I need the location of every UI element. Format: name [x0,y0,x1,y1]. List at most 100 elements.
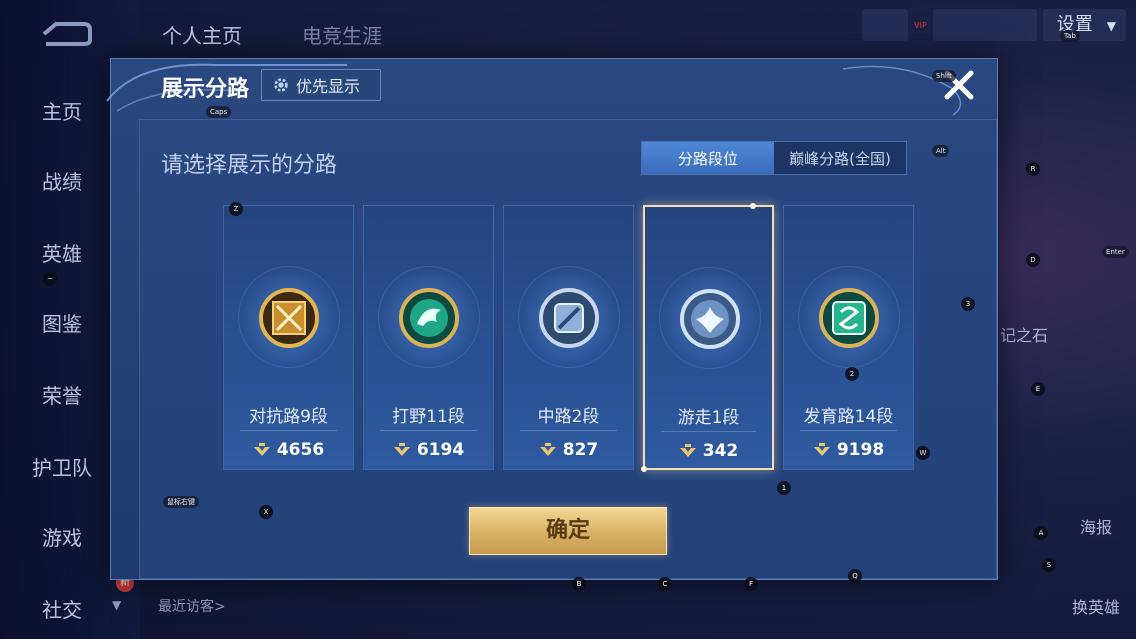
key-hint-tilde: ~ [43,272,57,286]
key-hint-w: W [916,446,930,460]
key-hint-c: C [658,577,672,591]
key-hint-3: 3 [961,297,975,311]
nav-label: 社交 [42,598,82,622]
back-arrow-icon[interactable] [36,20,92,48]
divider [240,430,337,431]
score-arrow-icon [539,443,556,456]
tab-lane-rank[interactable]: 分路段位 [642,142,774,174]
key-hint-d: D [1026,253,1040,267]
score-value: 827 [562,440,599,460]
score-value: 9198 [836,440,885,460]
key-hint-q: Q [848,569,862,583]
divider [380,430,477,431]
nav-item-home[interactable]: 主页 [42,96,82,125]
tab-profile[interactable]: 个人主页 [162,20,242,49]
tab-esports-career[interactable]: 电竞生涯 [302,20,382,49]
nav-item-codex[interactable]: 图鉴▼ [42,308,121,337]
subtitle: 请选择展示的分路 [161,153,338,178]
lane-card-jungle[interactable]: 打野11段 6194 [363,205,494,470]
nav-item-games[interactable]: 游戏▼ [42,522,121,551]
score-arrow-icon [813,443,830,456]
lane-card-farm[interactable]: 发育路14段 9198 [783,205,914,470]
swap-hero-label[interactable]: 换英雄 [1072,594,1120,618]
confirm-button[interactable]: 确定 [469,507,667,555]
nav-item-guard-team[interactable]: 护卫队▼ [32,452,121,481]
nav-label: 荣誉 [42,384,82,408]
nav-label: 游戏 [42,526,82,550]
score-value: 4656 [276,440,325,460]
lane-rank-label: 游走1段 [677,408,740,428]
chevron-down-icon: ▼ [112,598,122,612]
divider [520,430,617,431]
gear-icon [274,78,288,92]
lane-card-roam[interactable]: 游走1段 342 [641,203,774,472]
key-hint-a: A [1034,526,1048,540]
lane-score: 4656 [224,440,353,460]
settings-button[interactable]: 设置 ▼ [1042,9,1126,41]
nav-item-honor[interactable]: 荣誉▼ [42,380,121,409]
key-hint-f: F [744,577,758,591]
lane-score: 342 [645,441,772,461]
key-hint-r: R [1026,162,1040,176]
key-hint-alt: Alt [932,145,950,157]
key-hint-1: 1 [777,481,791,495]
lane-mode-toggle: 分路段位 巅峰分路(全国) [641,141,907,175]
stone-label: 记之石 [1000,326,1049,345]
vip-info[interactable] [932,9,1037,41]
key-hint-2: 2 [845,367,859,381]
score-arrow-icon [393,443,410,456]
chevron-down-icon: ▼ [1106,19,1116,33]
lane-rank-label: 发育路14段 [803,407,894,427]
nav-label: 护卫队 [32,456,92,480]
key-hint-tab: Tab [1060,30,1080,42]
key-hint-enter: Enter [1102,246,1129,258]
key-hint-x: X [259,505,273,519]
mid-lane-emblem-icon [539,288,599,348]
poster-label[interactable]: 海报 [1080,514,1112,538]
roam-emblem-icon [680,289,740,349]
top-lane-emblem-icon [259,288,319,348]
score-value: 6194 [416,440,465,460]
key-hint-wheel: 鼠标右键 [163,496,199,508]
nav-item-record[interactable]: 战绩 [42,166,82,195]
nav-label: 主页 [42,100,82,124]
nav-label: 图鉴 [42,312,82,336]
priority-display-button[interactable]: 优先显示 [261,69,381,101]
lane-score: 9198 [784,440,913,460]
key-hint-b: B [572,577,586,591]
lane-score: 827 [504,440,633,460]
score-arrow-icon [679,444,696,457]
nav-item-heroes[interactable]: 英雄 [42,238,82,267]
top-right-bar: VIP 设置 ▼ [862,8,1126,42]
key-hint-shift: Shift [932,70,956,82]
key-hint-e: E [1031,382,1045,396]
score-arrow-icon [253,443,270,456]
lane-cards: 对抗路9段 4656 打野11段 6194 中路2段 827 游走1段 342 … [223,203,914,472]
nav-item-social[interactable]: 社交 ▼ [42,594,121,623]
selection-corner [641,466,647,472]
vip-badge: VIP [914,20,927,30]
divider [661,431,756,432]
lane-card-top[interactable]: 对抗路9段 4656 [223,205,354,470]
farm-lane-emblem-icon [819,288,879,348]
lane-card-mid[interactable]: 中路2段 827 [503,205,634,470]
lane-rank-label: 对抗路9段 [249,407,328,427]
lane-rank-label: 中路2段 [537,407,600,427]
key-hint-s: S [1042,558,1056,572]
display-lane-modal: 展示分路 优先显示 请选择展示的分路 分路段位 巅峰分路(全国) 对抗路9段 4… [106,58,998,580]
bell-icon[interactable] [862,9,909,41]
lane-rank-label: 打野11段 [392,407,465,427]
recent-visitors[interactable]: 最近访客> [158,596,226,616]
key-hint-caps: Caps [206,106,232,118]
priority-label: 优先显示 [296,77,361,96]
nav-label: 战绩 [42,170,82,194]
key-hint-z: Z [229,202,243,216]
modal-title: 展示分路 [161,77,250,102]
jungle-emblem-icon [399,288,459,348]
divider [800,430,897,431]
tab-peak-lane-national[interactable]: 巅峰分路(全国) [774,142,906,174]
selection-corner [750,203,756,209]
score-value: 342 [702,441,739,461]
nav-label: 英雄 [42,242,82,266]
lane-score: 6194 [364,440,493,460]
